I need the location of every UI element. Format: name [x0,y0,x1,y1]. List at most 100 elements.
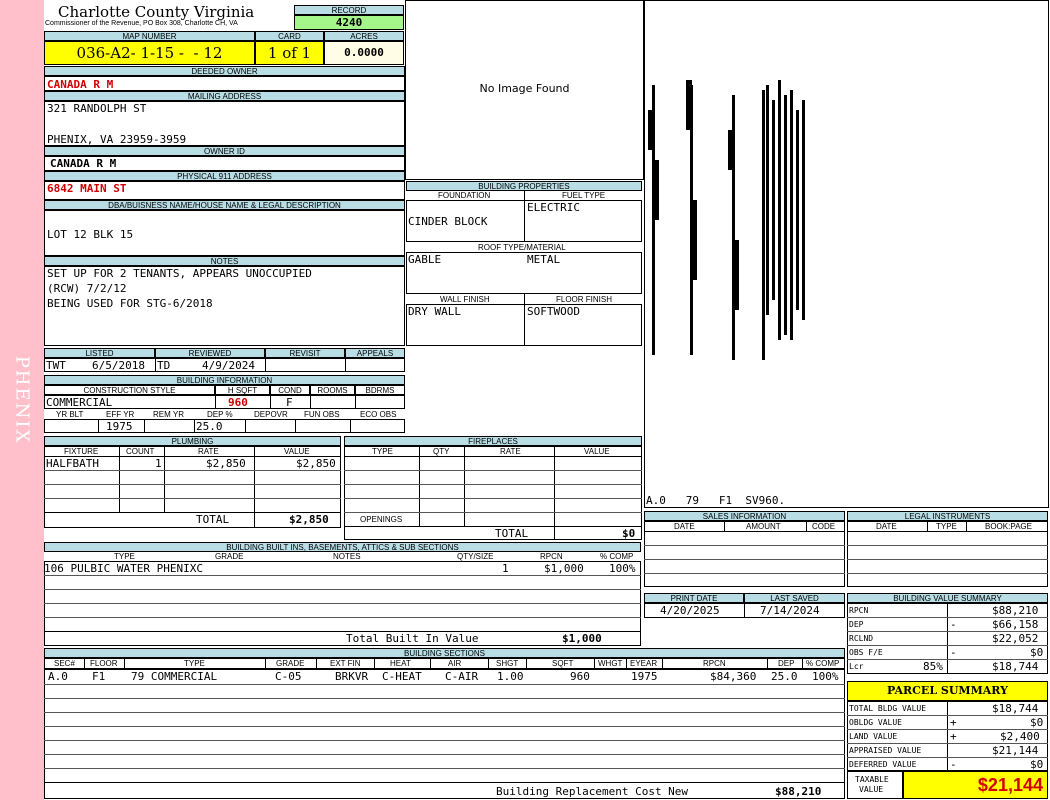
lister: TWT [46,359,66,372]
floor-finish: SOFTWOOD [527,305,580,318]
plumbing-row-line [44,470,341,471]
ps-row-line [847,757,1048,758]
bi2-divider-5 [295,419,296,433]
bi-divider-2 [270,395,271,409]
vs-dep: $66,158 [992,618,1039,631]
notes-label: NOTES [44,256,405,266]
builtins-label: BUILDING BUILT INS, BASEMENTS, ATTICS & … [44,542,641,552]
builtins-total: $1,000 [562,632,602,645]
taxable-label-2: VALUE [859,785,884,794]
value-summary-label: BUILDING VALUE SUMMARY [847,593,1048,603]
sections-row-line [44,740,845,741]
fuel-value: ELECTRIC [527,201,580,214]
notes-line-1: SET UP FOR 2 TENANTS, APPEARS UNOCCUPIED [47,267,312,280]
plumbing-h-value: VALUE [284,447,310,456]
vs-dep-sign: - [950,618,957,631]
sections-row-line [44,712,845,713]
builtin-comp: 100% [609,562,636,575]
wall-finish-label: WALL FINISH [440,295,490,304]
ps-deferred-label: DEFERRED VALUE [849,760,917,769]
record-label: RECORD [294,5,404,15]
sec-eyear: 1975 [631,670,658,683]
fire-row-line [344,484,642,485]
fire-openings: OPENINGS [360,515,403,524]
sec-col [265,658,266,669]
roof-label: ROOF TYPE/MATERIAL [478,243,566,252]
builtin-type: 106 PULBIC WATER PHENIXC [44,562,203,575]
builtins-total-label: Total Built In Value [346,632,479,645]
sec-col [84,658,85,669]
vs-obs-label: OBS F/E [849,648,883,657]
card-label: CARD [255,31,324,41]
builtin-rpcn: $1,000 [544,562,584,575]
plumbing-rate: $2,850 [206,457,246,470]
sec-col [488,658,489,669]
ps-obldg-sign: + [950,716,957,729]
sec-floor: F1 [92,670,106,683]
plumbing-fixture: HALFBATH [46,457,99,470]
sketch-caption: A.0 79 F1 SV960. [646,494,786,507]
plumbing-row-line [44,484,341,485]
sec-col [526,658,527,669]
plumbing-col-3 [254,446,255,528]
cond-label: COND [270,385,310,395]
sec-h-comp: % COMP [806,659,840,668]
plumbing-h-rate: RATE [198,447,219,456]
parcel-summary-title: PARCEL SUMMARY [847,681,1048,701]
mailing-line-2: PHENIX, VA 23959-3959 [47,133,187,146]
deeded-owner-label: DEEDED OWNER [44,66,405,76]
commissioner-line: Commissioner of the Revenue, PO Box 308,… [45,20,238,27]
sec-comp: 100% [812,670,839,683]
bi2-divider-4 [245,419,246,433]
sales-row-line [644,545,845,546]
legal-row-line [847,559,1048,560]
sec-shgt: 1.00 [497,670,524,683]
last-saved-label: LAST SAVED [744,593,845,603]
legal-col-1 [927,521,928,531]
building-info-label: BUILDING INFORMATION [44,375,405,385]
vs-obs-sign: - [950,646,957,659]
owner-id-label: OWNER ID [44,146,405,156]
wall-finish: DRY WALL [408,305,461,318]
ps-deferred-sign: - [950,758,957,771]
builtins-h-qty: QTY/SIZE [457,552,494,561]
yrblt-label: YR BLT [56,410,84,419]
sec-h-whgt: WHGT [598,659,623,668]
sec-h-floor: FLOOR [90,659,118,668]
bi-divider-3 [310,395,311,409]
bi2-divider-6 [350,419,351,433]
sales-h-date: DATE [674,522,695,531]
no-image-text: No Image Found [479,82,570,95]
sections-row-line [44,726,845,727]
listed-divider [155,358,156,372]
legal-row-line [847,573,1048,574]
roof-type: GABLE [408,253,442,266]
sec-extfin: BRKVR [335,670,369,683]
dates-divider [744,603,745,618]
reviewer: TD [157,359,171,372]
sec-col [124,658,125,669]
ps-land-sign: + [950,730,957,743]
floor-finish-label: FLOOR FINISH [556,295,613,304]
vs-lcr-label: Lcr [849,662,864,671]
builtins-row-line [44,617,641,618]
sections-row-line [44,684,845,685]
sec-col [626,658,627,669]
vs-rpcn: $88,210 [992,604,1039,617]
card-value: 1 of 1 [255,41,324,65]
notes-line-3: BEING USED FOR STG-6/2018 [47,297,213,310]
bp-divider-3 [524,294,525,346]
plumbing-total: $2,850 [289,513,329,526]
fire-col-1 [419,446,420,526]
listed-date: 6/5/2018 [92,359,145,372]
builtins-row-line [44,603,641,604]
fireplaces-label: FIREPLACES [344,436,642,446]
hsqft-label: H SQFT [215,385,270,395]
sidebar: PHENIX [0,0,44,800]
sec-col [802,658,803,669]
listed-label: LISTED [44,348,155,358]
ps-bldg-label: TOTAL BLDG VALUE [849,704,927,713]
map-label: MAP NUMBER [44,31,255,41]
cond-value: F [286,396,293,409]
sec-col [594,658,595,669]
